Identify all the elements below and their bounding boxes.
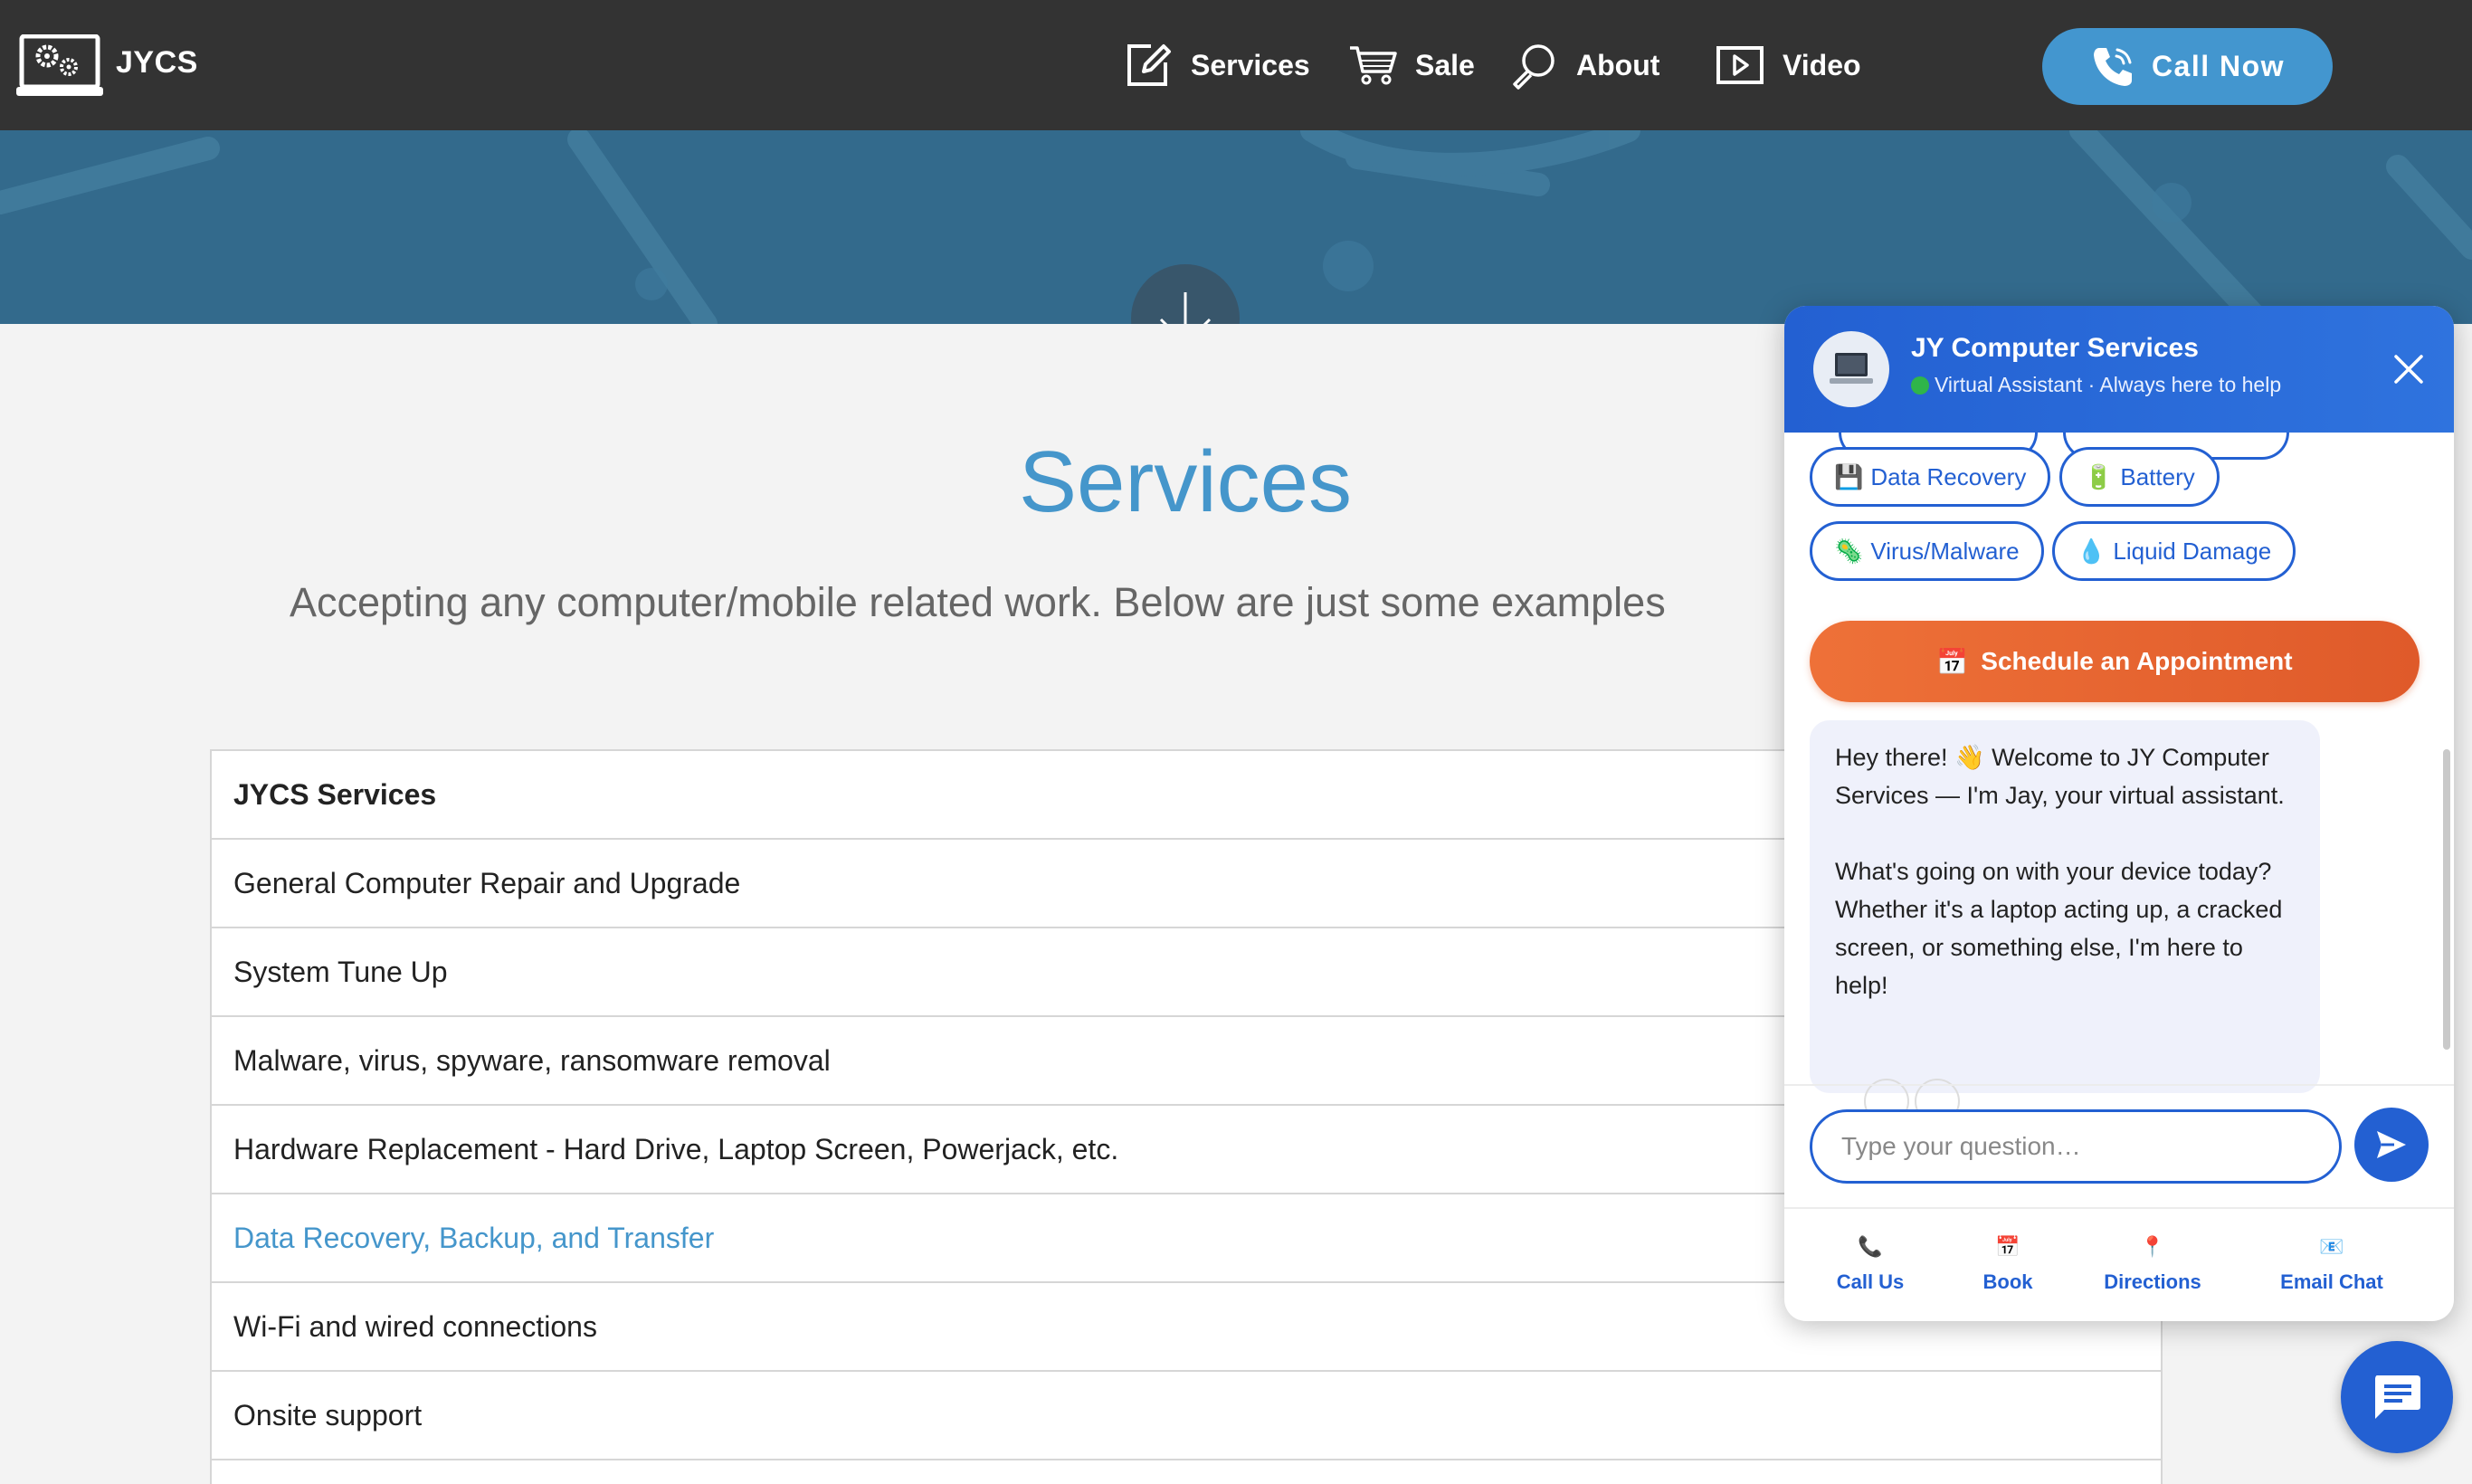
chip-label: Data Recovery <box>1870 462 2027 490</box>
cart-icon <box>1350 46 1397 85</box>
email-icon: 📧 <box>2319 1235 2344 1258</box>
divider <box>1784 1084 2454 1086</box>
footer-label: Call Us <box>1836 1270 1905 1293</box>
send-button[interactable] <box>2354 1108 2429 1182</box>
footer-label: Directions <box>2104 1270 2201 1293</box>
schedule-appointment-button[interactable]: 📅 Schedule an Appointment <box>1810 621 2420 702</box>
avatar <box>1813 331 1889 407</box>
hero-banner <box>0 130 2472 324</box>
battery-icon: 🔋 <box>2084 462 2114 490</box>
footer-email-chat[interactable]: 📧 Email Chat <box>2264 1229 2400 1294</box>
call-now-label: Call Now <box>2151 50 2286 82</box>
nav-sale-label: Sale <box>1415 48 1475 81</box>
close-button[interactable] <box>2389 349 2429 389</box>
edit-icon <box>1127 44 1171 86</box>
footer-book[interactable]: 📅 Book <box>1940 1229 2076 1294</box>
chip-virus-malware[interactable]: 🦠 Virus/Malware <box>1810 521 2044 581</box>
footer-label: Book <box>1982 1270 2033 1293</box>
brand-name[interactable]: JYCS <box>116 45 198 81</box>
hero-background-pattern <box>0 130 2472 324</box>
nav-services-label: Services <box>1191 48 1310 81</box>
send-icon <box>2377 1131 2406 1158</box>
table-row <box>212 1460 2161 1484</box>
chat-title: JY Computer Services <box>1911 333 2199 363</box>
footer-label: Email Chat <box>2280 1270 2383 1293</box>
page-subtitle: Accepting any computer/mobile related wo… <box>290 579 1666 625</box>
calendar-icon: 📅 <box>1995 1235 2020 1258</box>
message-paragraph: Hey there! 👋 Welcome to JY Computer Serv… <box>1835 744 2285 809</box>
chip-label: Battery <box>2120 462 2195 490</box>
table-row: Onsite support <box>212 1372 2161 1460</box>
laptop-gears-icon[interactable] <box>16 34 103 98</box>
calendar-icon: 📅 <box>1936 647 1969 676</box>
arrow-down-icon <box>1159 292 1212 324</box>
top-navbar: JYCS Services Sale About Video Call Now <box>0 0 2472 130</box>
footer-directions[interactable]: 📍 Directions <box>2085 1229 2220 1294</box>
nav-services[interactable]: Services <box>1124 40 1310 90</box>
chat-message-input[interactable] <box>1810 1109 2342 1184</box>
chat-status: Virtual Assistant · Always here to help <box>1911 373 2281 397</box>
chat-scrollbar[interactable] <box>2443 749 2450 1050</box>
message-paragraph: What's going on with your device today? … <box>1835 858 2283 999</box>
nav-video[interactable]: Video <box>1716 40 1861 90</box>
nav-about-label: About <box>1576 48 1660 81</box>
assistant-message: Hey there! 👋 Welcome to JY Computer Serv… <box>1810 720 2320 1093</box>
floppy-icon: 💾 <box>1834 462 1864 490</box>
chip-label: Liquid Damage <box>2113 537 2272 565</box>
footer-call-us[interactable]: 📞 Call Us <box>1802 1229 1938 1294</box>
chat-widget: JY Computer Services Virtual Assistant ·… <box>1784 306 2454 1321</box>
nav-about[interactable]: About <box>1509 40 1659 90</box>
online-status-icon <box>1911 376 1929 395</box>
droplet-icon: 💧 <box>2077 537 2106 565</box>
virus-icon: 🦠 <box>1834 537 1864 565</box>
chat-header: JY Computer Services Virtual Assistant ·… <box>1784 306 2454 433</box>
chip-data-recovery[interactable]: 💾 Data Recovery <box>1810 447 2051 507</box>
close-icon <box>2394 355 2423 384</box>
chat-status-text: Virtual Assistant · Always here to help <box>1935 373 2282 396</box>
chip-liquid-damage[interactable]: 💧 Liquid Damage <box>2052 521 2296 581</box>
schedule-label: Schedule an Appointment <box>1981 647 2293 675</box>
chat-bubble-icon <box>2375 1375 2420 1419</box>
magnifier-icon <box>1513 44 1555 90</box>
chip-battery[interactable]: 🔋 Battery <box>2059 447 2220 507</box>
chip-label: Virus/Malware <box>1870 537 2020 565</box>
laptop-icon <box>1830 353 1873 384</box>
call-now-button[interactable]: Call Now <box>2042 28 2333 105</box>
phone-icon <box>2093 47 2132 86</box>
play-icon <box>1716 46 1764 84</box>
nav-sale[interactable]: Sale <box>1348 40 1475 90</box>
map-pin-icon: 📍 <box>2140 1235 2165 1258</box>
phone-icon: 📞 <box>1858 1235 1883 1258</box>
nav-video-label: Video <box>1783 48 1861 81</box>
divider <box>1784 1207 2454 1209</box>
chat-toggle-button[interactable] <box>2341 1341 2453 1453</box>
